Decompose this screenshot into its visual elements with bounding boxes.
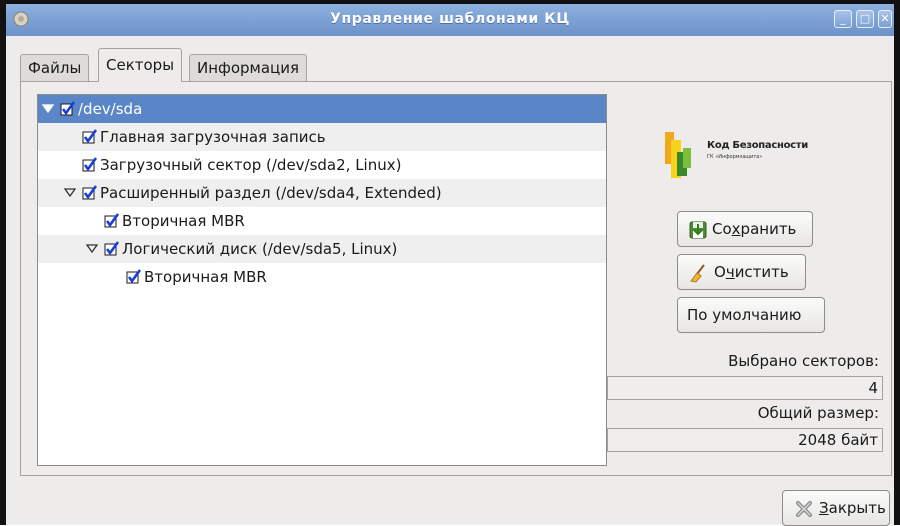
- company-logo: Код Безопасности ГК «Информзащита»: [663, 130, 833, 180]
- default-button-label: По умолчанию: [687, 306, 802, 324]
- total-size-value: 2048 байт: [607, 428, 883, 452]
- tab-files[interactable]: Файлы: [20, 54, 90, 82]
- tree-row-label: Загрузочный сектор (/dev/sda2, Linux): [100, 156, 402, 174]
- checkbox-checked-icon[interactable]: [82, 157, 98, 173]
- expander-triangle-icon[interactable]: [64, 179, 76, 207]
- tree-row-label: /dev/sda: [78, 100, 143, 118]
- tree-row[interactable]: /dev/sda: [38, 95, 606, 123]
- close-button-label: Закрыть: [819, 499, 886, 517]
- logo-title: Код Безопасности: [707, 140, 808, 151]
- selected-sectors-label: Выбрано секторов:: [728, 352, 879, 370]
- expander-triangle-icon[interactable]: [42, 95, 54, 123]
- tree-row-label: Вторичная MBR: [144, 268, 267, 286]
- expander-triangle-icon[interactable]: [86, 235, 98, 263]
- tree-row[interactable]: Загрузочный сектор (/dev/sda2, Linux): [38, 151, 606, 179]
- selected-sectors-value: 4: [607, 376, 883, 400]
- clear-button-label: Очистить: [714, 263, 789, 281]
- sector-tree[interactable]: /dev/sda Главная загрузочная запись Загруз…: [37, 94, 607, 466]
- total-size-label: Общий размер:: [757, 404, 879, 422]
- default-button[interactable]: По умолчанию: [677, 297, 825, 333]
- close-icon: [796, 501, 812, 517]
- minimize-button[interactable]: _: [834, 10, 852, 28]
- save-button[interactable]: Сохранить: [677, 211, 813, 247]
- tree-row-label: Логический диск (/dev/sda5, Linux): [122, 240, 398, 258]
- main-window: Управление шаблонами КЦ _ □ ✕ Файлы Сект…: [0, 0, 900, 526]
- checkbox-checked-icon[interactable]: [104, 241, 120, 257]
- tree-row-label: Расширенный раздел (/dev/sda4, Extended): [100, 184, 442, 202]
- sectors-panel: /dev/sda Главная загрузочная запись Загруз…: [20, 81, 892, 476]
- window-close-button[interactable]: ✕: [878, 10, 892, 28]
- tab-sectors[interactable]: Секторы: [98, 48, 183, 82]
- close-button[interactable]: Закрыть: [782, 490, 890, 526]
- checkbox-checked-icon[interactable]: [82, 129, 98, 145]
- checkbox-checked-icon[interactable]: [82, 185, 98, 201]
- tree-row[interactable]: Логический диск (/dev/sda5, Linux): [38, 235, 606, 263]
- maximize-button[interactable]: □: [856, 10, 874, 28]
- window-title: Управление шаблонами КЦ: [330, 11, 570, 27]
- checkbox-checked-icon[interactable]: [60, 101, 76, 117]
- logo-icon: [665, 132, 691, 178]
- checkbox-checked-icon[interactable]: [104, 213, 120, 229]
- tree-row[interactable]: Вторичная MBR: [38, 263, 606, 291]
- save-button-label: Сохранить: [712, 220, 797, 238]
- broom-icon: [690, 264, 705, 283]
- tree-row-label: Вторичная MBR: [122, 212, 245, 230]
- tree-row[interactable]: Главная загрузочная запись: [38, 123, 606, 151]
- tree-row-label: Главная загрузочная запись: [100, 128, 326, 146]
- logo-subtitle: ГК «Информзащита»: [707, 154, 763, 160]
- tab-info[interactable]: Информация: [189, 54, 308, 82]
- checkbox-checked-icon[interactable]: [126, 269, 142, 285]
- tree-row[interactable]: Расширенный раздел (/dev/sda4, Extended): [38, 179, 606, 207]
- title-bar[interactable]: Управление шаблонами КЦ _ □ ✕: [6, 4, 894, 36]
- clear-button[interactable]: Очистить: [677, 254, 806, 290]
- save-icon: [689, 221, 707, 239]
- tree-row[interactable]: Вторичная MBR: [38, 207, 606, 235]
